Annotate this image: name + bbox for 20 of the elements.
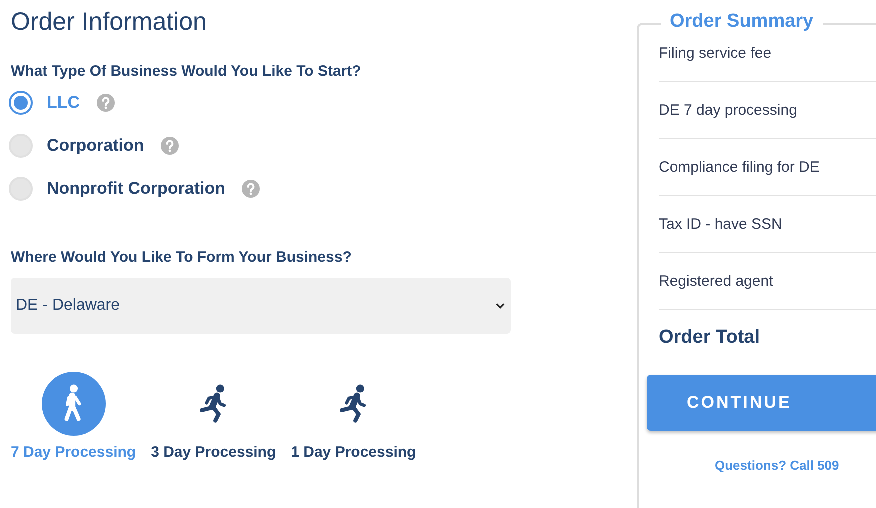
order-total-label: Order Total <box>659 326 761 350</box>
question-label: Where Would You Like To Form Your Business? <box>11 249 353 266</box>
processing-label[interactable]: 1 Day Processing <box>291 444 416 461</box>
page-title: Order Information <box>11 8 208 37</box>
question-label: What Type Of Business Would You Like To Start? <box>11 63 362 80</box>
help-icon[interactable] <box>97 94 116 112</box>
state-select[interactable]: DE - Delaware <box>11 278 511 334</box>
help-icon[interactable] <box>161 137 180 155</box>
summary-item: Registered agent <box>659 272 774 290</box>
processing-label[interactable]: 3 Day Processing <box>151 444 276 461</box>
summary-item: Compliance filing for DE <box>659 158 820 176</box>
summary-item: DE 7 day processing <box>659 102 798 118</box>
summary-title: Order Summary <box>661 11 823 33</box>
radio-button[interactable] <box>9 91 33 115</box>
chevron-down-icon <box>496 303 505 309</box>
summary-item: Tax ID - have SSN <box>659 216 782 232</box>
summary-item: Filing service fee <box>659 44 772 62</box>
radio-label[interactable]: Nonprofit Corporation <box>47 179 226 199</box>
help-icon[interactable] <box>242 180 260 198</box>
radio-label[interactable]: Corporation <box>47 136 144 156</box>
